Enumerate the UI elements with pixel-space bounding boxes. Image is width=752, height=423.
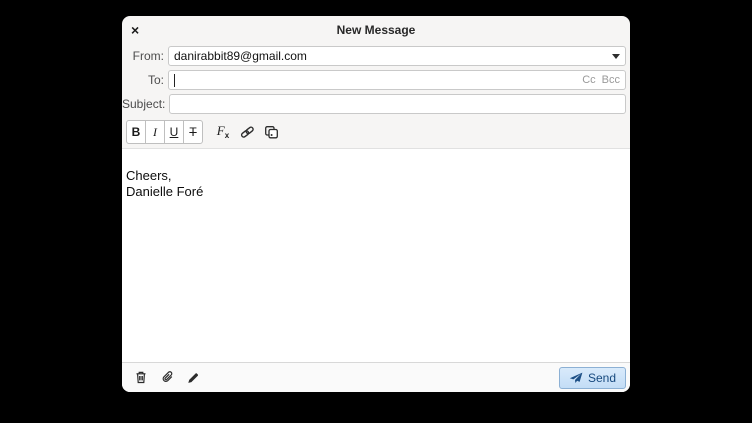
new-message-window: × New Message From: danirabbit89@gmail.c… bbox=[122, 16, 630, 392]
titlebar: × New Message bbox=[122, 16, 630, 44]
close-icon[interactable]: × bbox=[131, 23, 139, 37]
strikethrough-icon: T bbox=[189, 125, 196, 139]
send-label: Send bbox=[588, 371, 616, 385]
body-line: Cheers, bbox=[126, 168, 624, 184]
chevron-down-icon bbox=[612, 54, 620, 59]
from-label: From: bbox=[122, 49, 164, 63]
action-bar: Send bbox=[122, 362, 630, 392]
discard-button[interactable] bbox=[130, 367, 152, 389]
edit-signature-button[interactable] bbox=[182, 367, 204, 389]
underline-icon: U bbox=[170, 125, 179, 139]
subject-label: Subject: bbox=[122, 97, 165, 111]
text-style-group: B I U T bbox=[126, 120, 203, 144]
subject-row: Subject: bbox=[122, 94, 630, 114]
trash-icon bbox=[134, 370, 148, 385]
paperclip-icon bbox=[160, 370, 175, 385]
remove-formatting-button[interactable]: Fx bbox=[212, 121, 234, 143]
image-icon bbox=[264, 125, 279, 139]
from-account-value: danirabbit89@gmail.com bbox=[174, 49, 307, 63]
subject-input[interactable] bbox=[169, 94, 626, 114]
italic-icon: I bbox=[153, 125, 157, 140]
attach-file-button[interactable] bbox=[156, 367, 178, 389]
pencil-icon bbox=[186, 371, 200, 385]
underline-button[interactable]: U bbox=[164, 120, 184, 144]
window-title: New Message bbox=[337, 23, 416, 37]
text-cursor bbox=[174, 74, 175, 87]
format-toolbar: B I U T Fx bbox=[126, 119, 626, 145]
bold-icon: B bbox=[132, 125, 141, 139]
insert-image-button[interactable] bbox=[260, 121, 282, 143]
insert-link-button[interactable] bbox=[236, 121, 258, 143]
bcc-button[interactable]: Bcc bbox=[602, 74, 620, 86]
send-button[interactable]: Send bbox=[559, 367, 626, 389]
body-line: Danielle Foré bbox=[126, 184, 624, 200]
from-row: From: danirabbit89@gmail.com bbox=[122, 46, 630, 66]
remove-formatting-icon: Fx bbox=[217, 124, 229, 140]
header-fields: From: danirabbit89@gmail.com To: Cc Bcc … bbox=[122, 44, 630, 118]
message-body[interactable]: Cheers, Danielle Foré bbox=[122, 148, 630, 362]
strikethrough-button[interactable]: T bbox=[183, 120, 203, 144]
italic-button[interactable]: I bbox=[145, 120, 165, 144]
from-account-dropdown[interactable]: danirabbit89@gmail.com bbox=[168, 46, 626, 66]
to-input[interactable]: Cc Bcc bbox=[168, 70, 626, 90]
link-icon bbox=[239, 125, 256, 139]
cc-button[interactable]: Cc bbox=[582, 74, 595, 86]
to-label: To: bbox=[122, 73, 164, 87]
paper-plane-icon bbox=[569, 372, 583, 384]
to-row: To: Cc Bcc bbox=[122, 70, 630, 90]
bold-button[interactable]: B bbox=[126, 120, 146, 144]
